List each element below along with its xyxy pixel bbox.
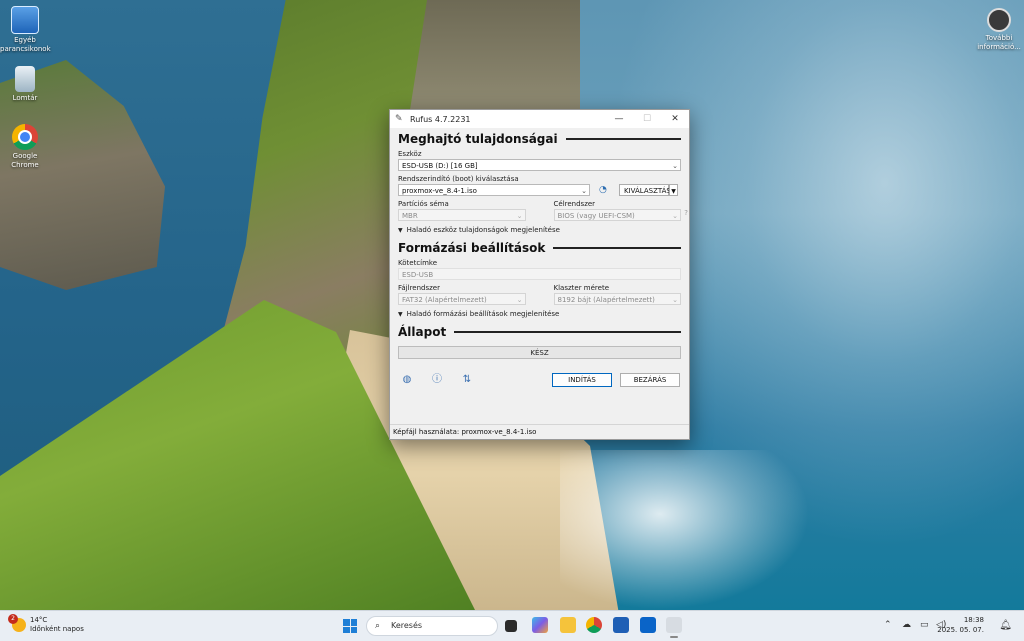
section-divider — [454, 331, 681, 333]
device-select[interactable]: ESD-USB (D:) [16 GB] ⌄ — [398, 159, 681, 171]
section-status: Állapot — [398, 325, 681, 339]
taskbar-search[interactable]: ⌕ Keresés — [366, 616, 498, 636]
advanced-drive-toggle[interactable]: ▼ Haladó eszköz tulajdonságok megjelenít… — [398, 226, 681, 234]
chevron-down-icon: ⌄ — [672, 162, 678, 170]
rufus-window: ✎ Rufus 4.7.2231 — ☐ ✕ Meghajtó tulajdon… — [389, 109, 690, 440]
search-icon: ⌕ — [375, 621, 381, 631]
chrome-icon — [12, 124, 38, 150]
select-image-button[interactable]: KIVÁLASZTÁS — [619, 184, 671, 196]
close-window-button[interactable]: ✕ — [661, 110, 689, 128]
network-icon[interactable]: ☁ — [902, 620, 911, 630]
settings-sliders-icon[interactable]: ⇅ — [460, 373, 474, 387]
rufus-taskbar-icon[interactable] — [666, 617, 682, 638]
language-globe-icon[interactable]: ◍ — [400, 373, 414, 387]
chevron-down-icon: ▼ — [398, 226, 403, 234]
file-system-value: FAT32 (Alapértelmezett) — [402, 296, 487, 304]
device-value: ESD-USB (D:) [16 GB] — [402, 162, 478, 170]
outlook-icon[interactable] — [640, 617, 656, 633]
section-title: Állapot — [398, 325, 447, 339]
usb-drive-icon: ✎ — [395, 114, 403, 124]
advanced-format-toggle[interactable]: ▼ Haladó formázási beállítások megjelení… — [398, 310, 681, 318]
cluster-size-label: Klaszter mérete — [553, 284, 610, 292]
minimize-button[interactable]: — — [605, 110, 633, 128]
select-image-label: KIVÁLASZTÁS — [624, 187, 671, 195]
store-icon[interactable] — [613, 617, 629, 633]
chevron-down-icon: ⌄ — [672, 212, 678, 220]
close-button[interactable]: BEZÁRÁS — [620, 373, 680, 387]
desktop-icon-shortcuts[interactable]: Egyéb parancsikonok — [0, 6, 51, 54]
control-panel-icon — [11, 6, 39, 34]
clock-time: 18:38 — [963, 616, 984, 624]
progress-bar: KÉSZ — [398, 346, 681, 359]
task-view-icon[interactable] — [505, 620, 517, 632]
window-title: Rufus 4.7.2231 — [410, 114, 471, 124]
partition-scheme-label: Partíciós séma — [398, 200, 449, 208]
section-title: Meghajtó tulajdonságai — [398, 132, 558, 146]
title-bar[interactable]: ✎ Rufus 4.7.2231 — ☐ ✕ — [390, 110, 689, 128]
caret-down-icon: ▼ — [671, 188, 676, 195]
section-title: Formázási beállítások — [398, 241, 546, 255]
recycle-bin-icon — [15, 66, 35, 92]
chevron-down-icon: ▼ — [398, 310, 403, 318]
select-dropdown-button[interactable]: ▼ — [669, 184, 678, 196]
clock-date: 2025. 05. 07. — [937, 626, 984, 634]
boot-selection-select[interactable]: proxmox-ve_8.4-1.iso ⌄ — [398, 184, 590, 196]
file-system-label: Fájlrendszer — [398, 284, 440, 292]
desktop-icon-label: Egyéb parancsikonok — [0, 36, 51, 53]
cluster-size-value: 8192 bájt (Alapértelmezett) — [557, 296, 655, 304]
help-icon[interactable]: ? — [684, 209, 688, 217]
tray-overflow-chevron-icon[interactable]: ⌃ — [884, 620, 892, 630]
desktop-icon-recycle-bin[interactable]: Lomtár — [0, 66, 50, 103]
section-divider — [553, 247, 681, 249]
desktop-icon-more-info[interactable]: További információ... — [974, 8, 1024, 52]
section-divider — [565, 138, 681, 140]
about-info-icon[interactable]: ⓘ — [430, 373, 444, 387]
status-bar: Képfájl használata: proxmox-ve_8.4-1.iso — [390, 424, 689, 439]
partition-scheme-select[interactable]: MBR ⌄ — [398, 209, 526, 221]
desktop-icon-label: Google Chrome — [11, 152, 39, 169]
desktop-icon-label: Lomtár — [12, 94, 38, 102]
boot-selection-value: proxmox-ve_8.4-1.iso — [402, 187, 477, 195]
chevron-down-icon: ⌄ — [516, 296, 523, 304]
cluster-size-select[interactable]: 8192 bájt (Alapértelmezett) ⌄ — [553, 293, 681, 305]
weather-widget[interactable]: 2 14°C Időnként napos — [8, 614, 84, 634]
boot-selection-label: Rendszerindító (boot) kiválasztása — [398, 175, 519, 183]
notification-bell-icon[interactable]: 🔔︎ — [999, 620, 1012, 631]
verify-checksum-icon[interactable]: ◔ — [599, 184, 613, 196]
chrome-taskbar-icon[interactable] — [586, 617, 602, 633]
copilot-icon[interactable] — [532, 617, 548, 633]
sun-weather-icon: 2 — [8, 614, 26, 632]
weather-description: Időnként napos — [30, 625, 84, 633]
desktop-icon-label: További információ... — [977, 34, 1021, 51]
notification-badge: 2 — [8, 614, 18, 624]
chevron-down-icon: ⌄ — [516, 212, 523, 220]
maximize-button: ☐ — [642, 114, 652, 124]
progress-text: KÉSZ — [530, 349, 549, 357]
start-button[interactable]: INDÍTÁS — [552, 373, 612, 387]
taskbar-clock[interactable]: 18:38 2025. 05. 07. — [937, 615, 984, 635]
section-drive-properties: Meghajtó tulajdonságai — [398, 132, 681, 146]
target-system-value: BIOS (vagy UEFI-CSM) — [557, 212, 635, 220]
weather-temperature: 14°C — [30, 616, 48, 624]
wallpaper-foam — [560, 450, 810, 610]
taskbar: 2 14°C Időnként napos ⌕ Keresés ⌃ ☁ ▭ ◁)… — [0, 610, 1024, 641]
device-label: Eszköz — [398, 150, 422, 158]
volume-label-label: Kötetcímke — [398, 259, 438, 267]
desktop-icon-chrome[interactable]: Google Chrome — [0, 124, 50, 170]
file-system-select[interactable]: FAT32 (Alapértelmezett) ⌄ — [398, 293, 526, 305]
search-placeholder: Keresés — [391, 621, 423, 630]
chevron-down-icon: ⌄ — [672, 296, 678, 304]
advanced-format-label: Haladó formázási beállítások megjeleníté… — [406, 310, 560, 318]
section-format-options: Formázási beállítások — [398, 241, 681, 255]
info-icon — [987, 8, 1011, 32]
target-system-select[interactable]: BIOS (vagy UEFI-CSM) ⌄ — [553, 209, 681, 221]
wallpaper-rock — [410, 0, 580, 110]
file-explorer-icon[interactable] — [560, 617, 576, 633]
partition-scheme-value: MBR — [402, 212, 418, 220]
volume-label-input[interactable]: ESD-USB — [398, 268, 681, 280]
target-system-label: Célrendszer — [553, 200, 596, 208]
battery-icon[interactable]: ▭ — [920, 620, 929, 630]
advanced-drive-label: Haladó eszköz tulajdonságok megjelenítés… — [406, 226, 560, 234]
start-button-windows-icon[interactable] — [343, 619, 357, 633]
